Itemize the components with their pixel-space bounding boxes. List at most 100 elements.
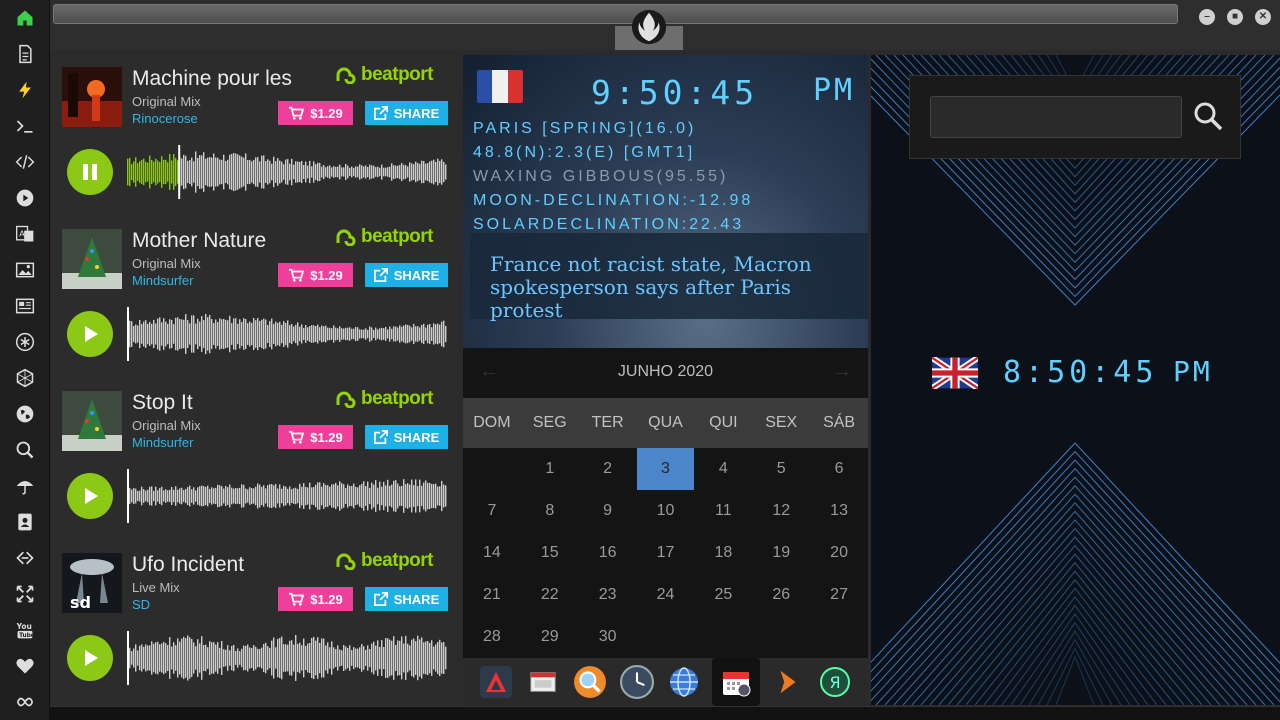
waveform[interactable] <box>127 307 448 361</box>
infinity-icon[interactable] <box>13 690 37 714</box>
day-cell[interactable]: 26 <box>752 574 810 616</box>
link-icon[interactable] <box>13 546 37 570</box>
day-cell[interactable]: 1 <box>521 448 579 490</box>
news-headline[interactable]: France not racist state, Macron spokespe… <box>470 233 868 322</box>
day-cell[interactable]: 2 <box>579 448 637 490</box>
buy-button[interactable]: $1.29 <box>278 263 353 287</box>
presentation-app-icon[interactable] <box>524 663 562 701</box>
day-cell[interactable]: 27 <box>810 574 868 616</box>
top-address-field[interactable] <box>53 4 1178 24</box>
play-button[interactable] <box>67 311 113 357</box>
minimize-button[interactable]: – <box>1199 9 1215 25</box>
day-cell[interactable]: 18 <box>694 532 752 574</box>
share-button[interactable]: SHARE <box>365 263 448 287</box>
day-cell[interactable]: 8 <box>521 490 579 532</box>
arrow-app-icon[interactable] <box>769 663 807 701</box>
document-icon[interactable] <box>13 42 37 66</box>
prev-month-icon[interactable]: ← <box>479 360 499 383</box>
play-circle-icon[interactable] <box>13 186 37 210</box>
album-cover[interactable] <box>62 229 122 289</box>
day-cell[interactable]: 10 <box>637 490 695 532</box>
track-artist[interactable]: Mindsurfer <box>132 435 193 450</box>
next-month-icon[interactable]: → <box>832 360 852 383</box>
day-cell[interactable]: 15 <box>521 532 579 574</box>
search-input[interactable] <box>930 96 1182 138</box>
day-cell[interactable]: 19 <box>752 532 810 574</box>
day-cell[interactable]: 7 <box>463 490 521 532</box>
day-cell[interactable]: 22 <box>521 574 579 616</box>
close-button[interactable]: ✕ <box>1255 9 1271 25</box>
search-icon[interactable] <box>13 438 37 462</box>
track-title[interactable]: Mother Nature <box>132 229 266 253</box>
yandex-app-icon[interactable]: Я <box>816 663 854 701</box>
day-cell[interactable]: 24 <box>637 574 695 616</box>
beatport-logo[interactable]: beatport <box>335 550 434 572</box>
day-cell[interactable]: 23 <box>579 574 637 616</box>
day-cell[interactable]: 9 <box>579 490 637 532</box>
day-cell[interactable]: 20 <box>810 532 868 574</box>
album-cover[interactable] <box>62 391 122 451</box>
translate-icon[interactable]: A <box>13 222 37 246</box>
day-cell[interactable]: 4 <box>694 448 752 490</box>
day-cell[interactable]: 29 <box>521 616 579 658</box>
buy-button[interactable]: $1.29 <box>278 425 353 449</box>
day-cell[interactable]: 11 <box>694 490 752 532</box>
globe-app-icon[interactable] <box>665 663 703 701</box>
day-cell[interactable]: 6 <box>810 448 868 490</box>
image-icon[interactable] <box>13 258 37 282</box>
day-cell[interactable]: 25 <box>694 574 752 616</box>
buy-button[interactable]: $1.29 <box>278 101 353 125</box>
heart-icon[interactable] <box>13 654 37 678</box>
share-button[interactable]: SHARE <box>365 587 448 611</box>
globe-icon[interactable] <box>13 402 37 426</box>
code-icon[interactable] <box>13 150 37 174</box>
asterisk-icon[interactable] <box>13 330 37 354</box>
day-cell[interactable]: 5 <box>752 448 810 490</box>
share-button[interactable]: SHARE <box>365 425 448 449</box>
beatport-logo[interactable]: beatport <box>335 226 434 248</box>
day-cell-today[interactable]: 3 <box>636 448 695 490</box>
waveform-bar <box>433 323 435 345</box>
track-artist[interactable]: Rinocerose <box>132 111 198 126</box>
day-cell[interactable]: 14 <box>463 532 521 574</box>
album-cover[interactable]: sd <box>62 553 122 613</box>
album-cover[interactable] <box>62 67 122 127</box>
terminal-icon[interactable] <box>13 114 37 138</box>
track-artist[interactable]: SD <box>132 597 150 612</box>
day-cell[interactable]: 13 <box>810 490 868 532</box>
share-button[interactable]: SHARE <box>365 101 448 125</box>
beatport-logo[interactable]: beatport <box>335 388 434 410</box>
day-cell[interactable]: 17 <box>637 532 695 574</box>
beatport-logo[interactable]: beatport <box>335 64 434 86</box>
play-button[interactable] <box>67 635 113 681</box>
waveform[interactable] <box>127 145 448 199</box>
waveform[interactable] <box>127 631 448 685</box>
home-icon[interactable] <box>13 6 37 30</box>
youtube-icon[interactable]: You Tube <box>13 618 37 642</box>
magnifier-app-icon[interactable] <box>571 663 609 701</box>
track-title[interactable]: Stop It <box>132 391 193 415</box>
day-cell[interactable]: 16 <box>579 532 637 574</box>
track-title[interactable]: Ufo Incident <box>132 553 244 577</box>
day-cell[interactable]: 12 <box>752 490 810 532</box>
contact-icon[interactable] <box>13 510 37 534</box>
umbrella-icon[interactable] <box>13 474 37 498</box>
track-title[interactable]: Machine pour les <box>132 67 292 91</box>
day-cell[interactable]: 30 <box>579 616 637 658</box>
track-artist[interactable]: Mindsurfer <box>132 273 193 288</box>
hexagon-icon[interactable] <box>13 366 37 390</box>
lightning-icon[interactable] <box>13 78 37 102</box>
arch-app-icon[interactable] <box>477 663 515 701</box>
day-cell[interactable]: 21 <box>463 574 521 616</box>
day-cell[interactable]: 28 <box>463 616 521 658</box>
calendar-app-icon[interactable] <box>711 658 760 706</box>
expand-icon[interactable] <box>13 582 37 606</box>
waveform[interactable] <box>127 469 448 523</box>
newspaper-icon[interactable] <box>13 294 37 318</box>
search-icon[interactable] <box>1192 100 1224 132</box>
clock-app-icon[interactable] <box>618 663 656 701</box>
play-button[interactable] <box>67 473 113 519</box>
maximize-button[interactable]: ■ <box>1227 9 1243 25</box>
buy-button[interactable]: $1.29 <box>278 587 353 611</box>
pause-button[interactable] <box>67 149 113 195</box>
